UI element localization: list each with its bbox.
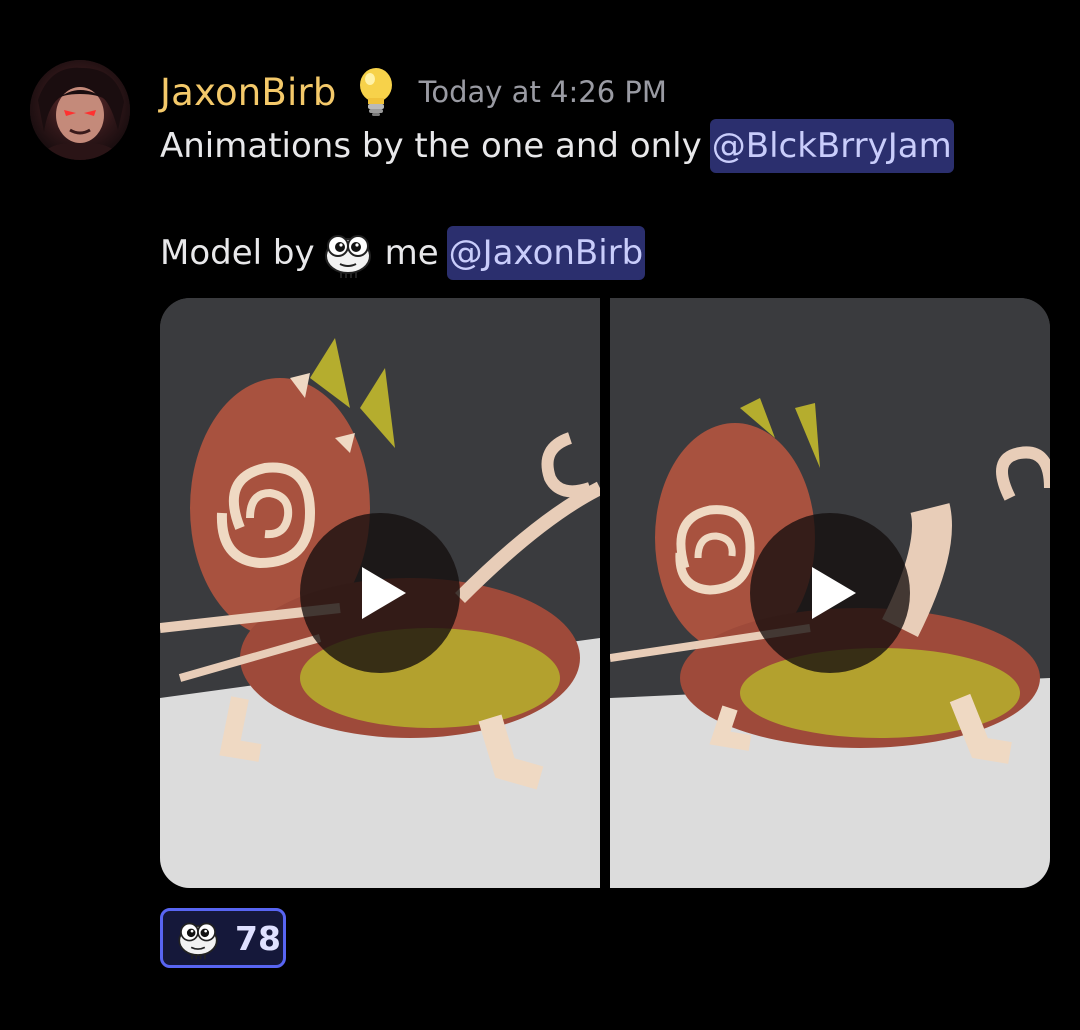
message-text: me [384,233,439,273]
reaction-count: 78 [235,918,281,958]
video-attachment[interactable] [610,298,1050,888]
video-attachment[interactable] [160,298,600,888]
chat-message: JaxonBirb Today at 4:26 PM Animations by… [0,0,1080,1030]
lightbulb-icon [355,66,397,118]
message-line-2: Model by me @JaxonBirb [160,226,646,280]
avatar[interactable] [30,60,130,160]
avatar-image [30,60,130,160]
message-line-1: Animations by the one and only @BlckBrry… [160,119,954,173]
bug-eyed-creature-emoji [175,915,221,961]
bug-eyed-creature-emoji [321,226,375,280]
play-button[interactable] [300,513,460,673]
reaction-button[interactable]: 78 [160,908,286,968]
play-icon [812,567,856,619]
attachment-gallery [160,298,1050,888]
user-mention[interactable]: @BlckBrryJam [709,119,954,173]
user-mention[interactable]: @JaxonBirb [446,226,646,280]
message-text: Model by [160,233,315,273]
message-header: JaxonBirb Today at 4:26 PM [160,66,667,118]
author-name[interactable]: JaxonBirb [160,71,337,114]
message-text: Animations by the one and only [160,126,702,166]
message-timestamp: Today at 4:26 PM [418,75,667,109]
play-button[interactable] [750,513,910,673]
play-icon [362,567,406,619]
